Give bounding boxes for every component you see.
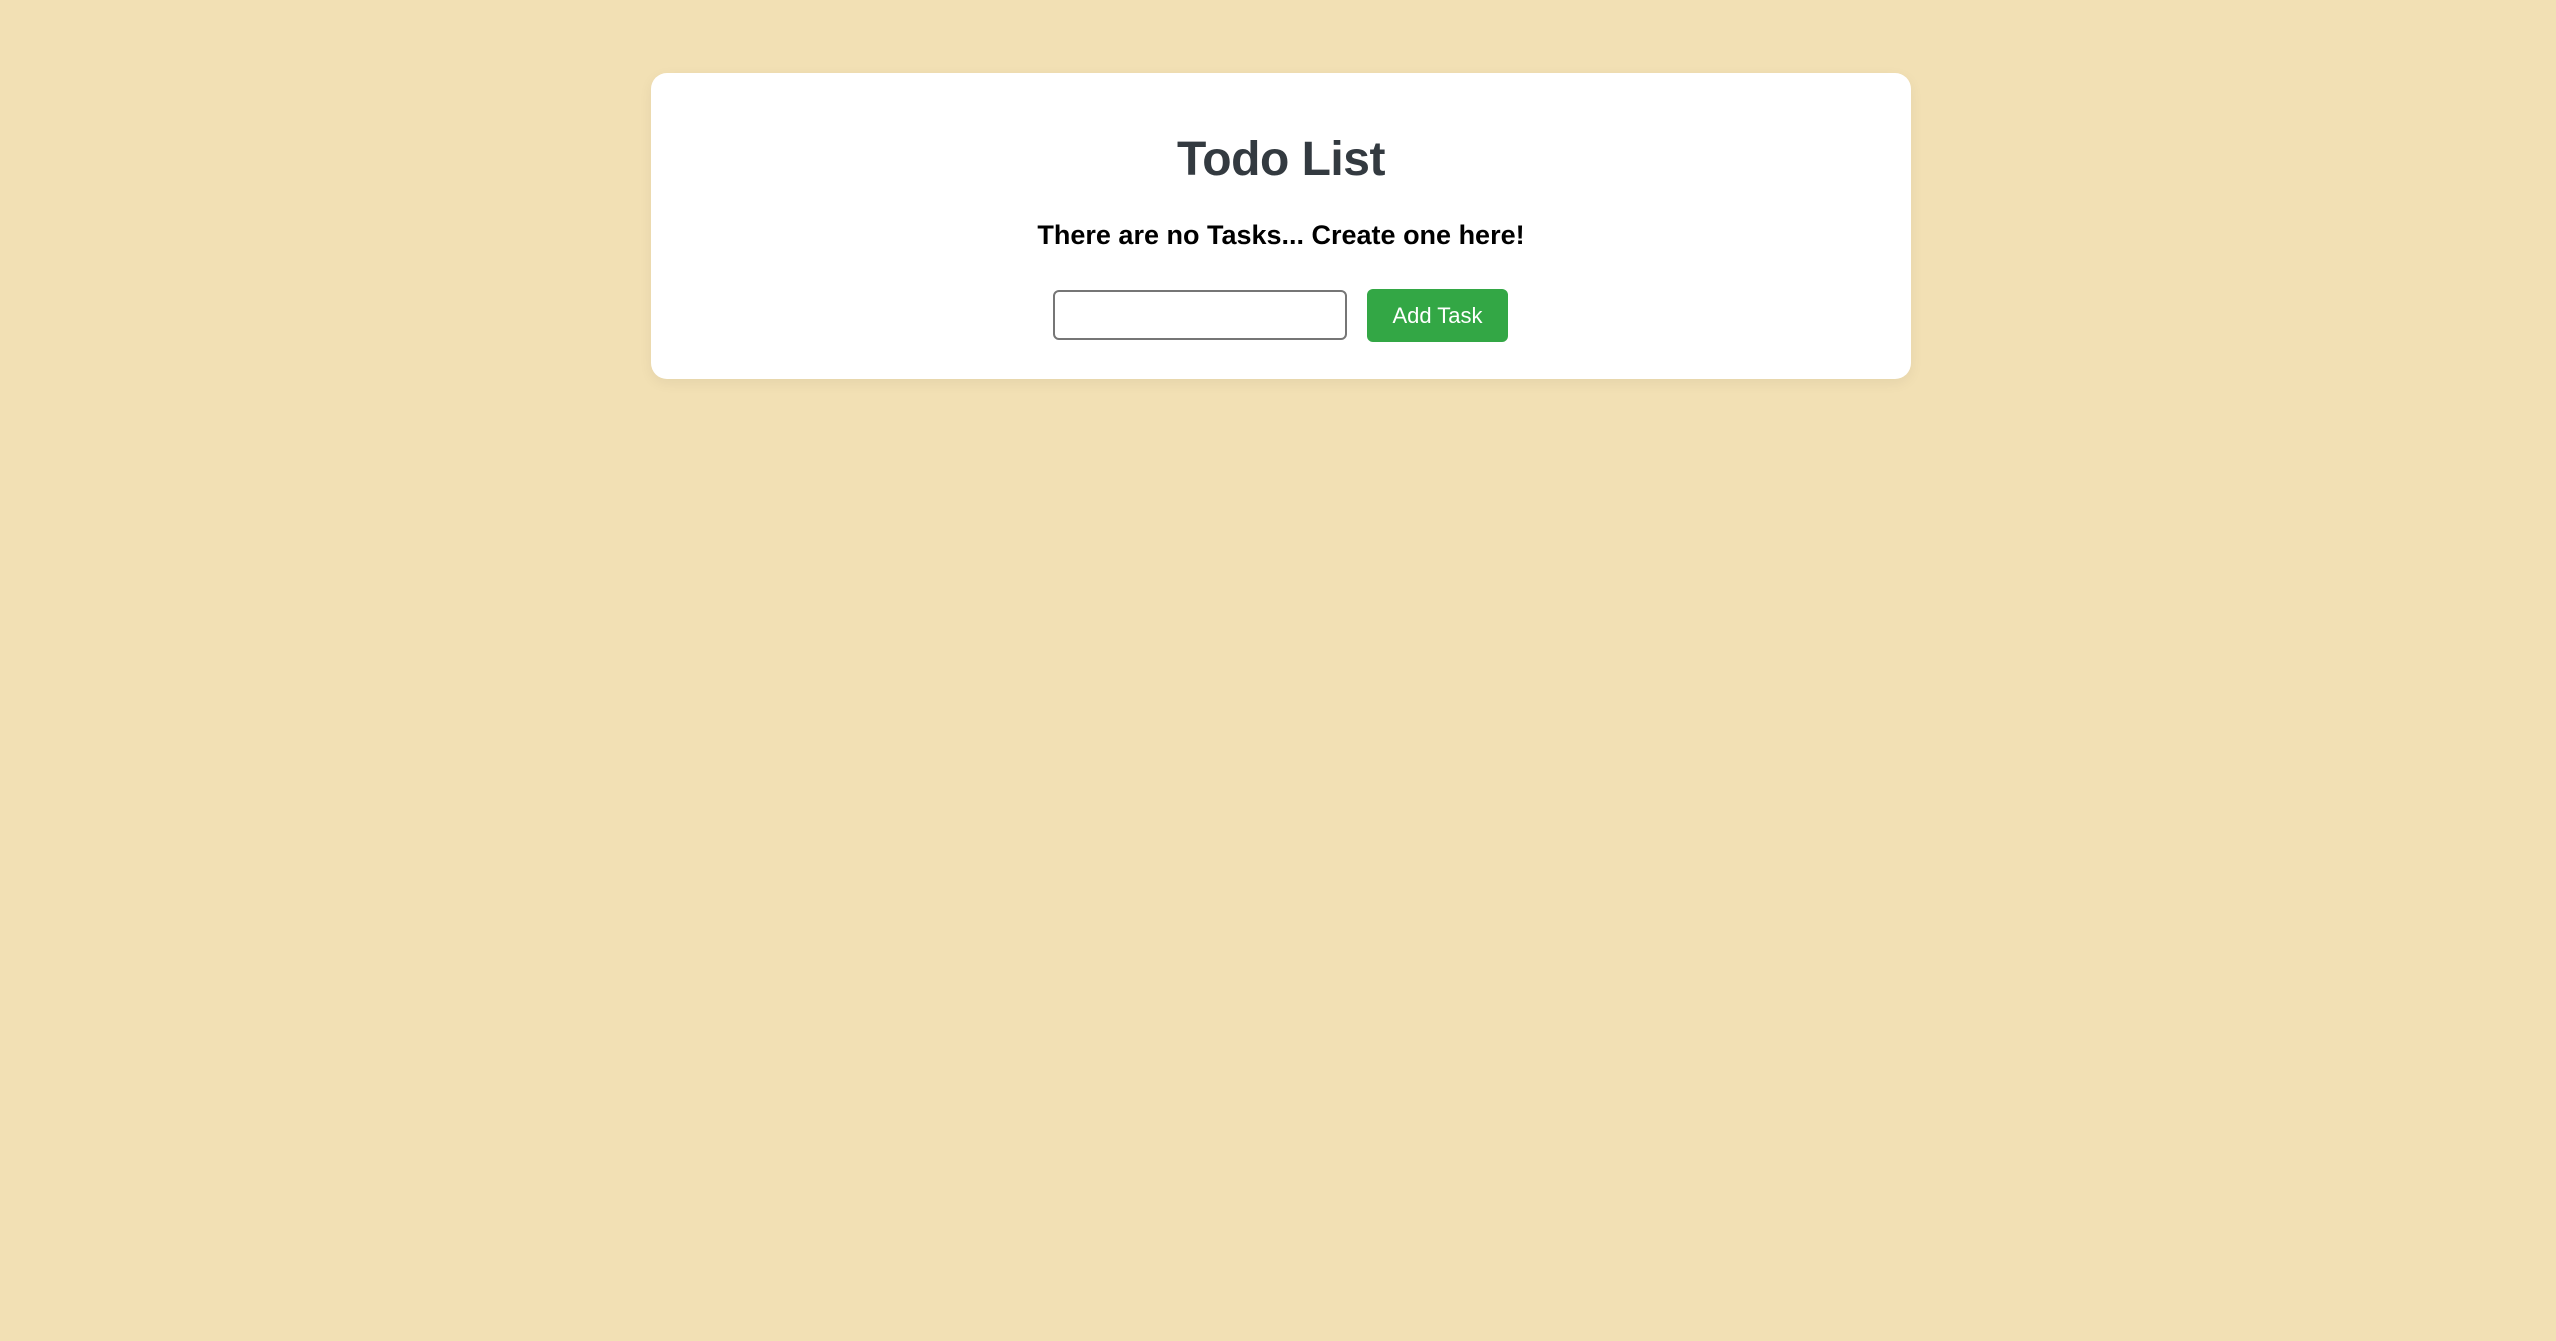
add-task-button[interactable]: Add Task bbox=[1367, 289, 1508, 342]
todo-card: Todo List There are no Tasks... Create o… bbox=[651, 73, 1911, 379]
page-title: Todo List bbox=[1177, 133, 1385, 186]
task-input[interactable] bbox=[1053, 290, 1347, 340]
empty-tasks-message: There are no Tasks... Create one here! bbox=[1037, 220, 1525, 250]
